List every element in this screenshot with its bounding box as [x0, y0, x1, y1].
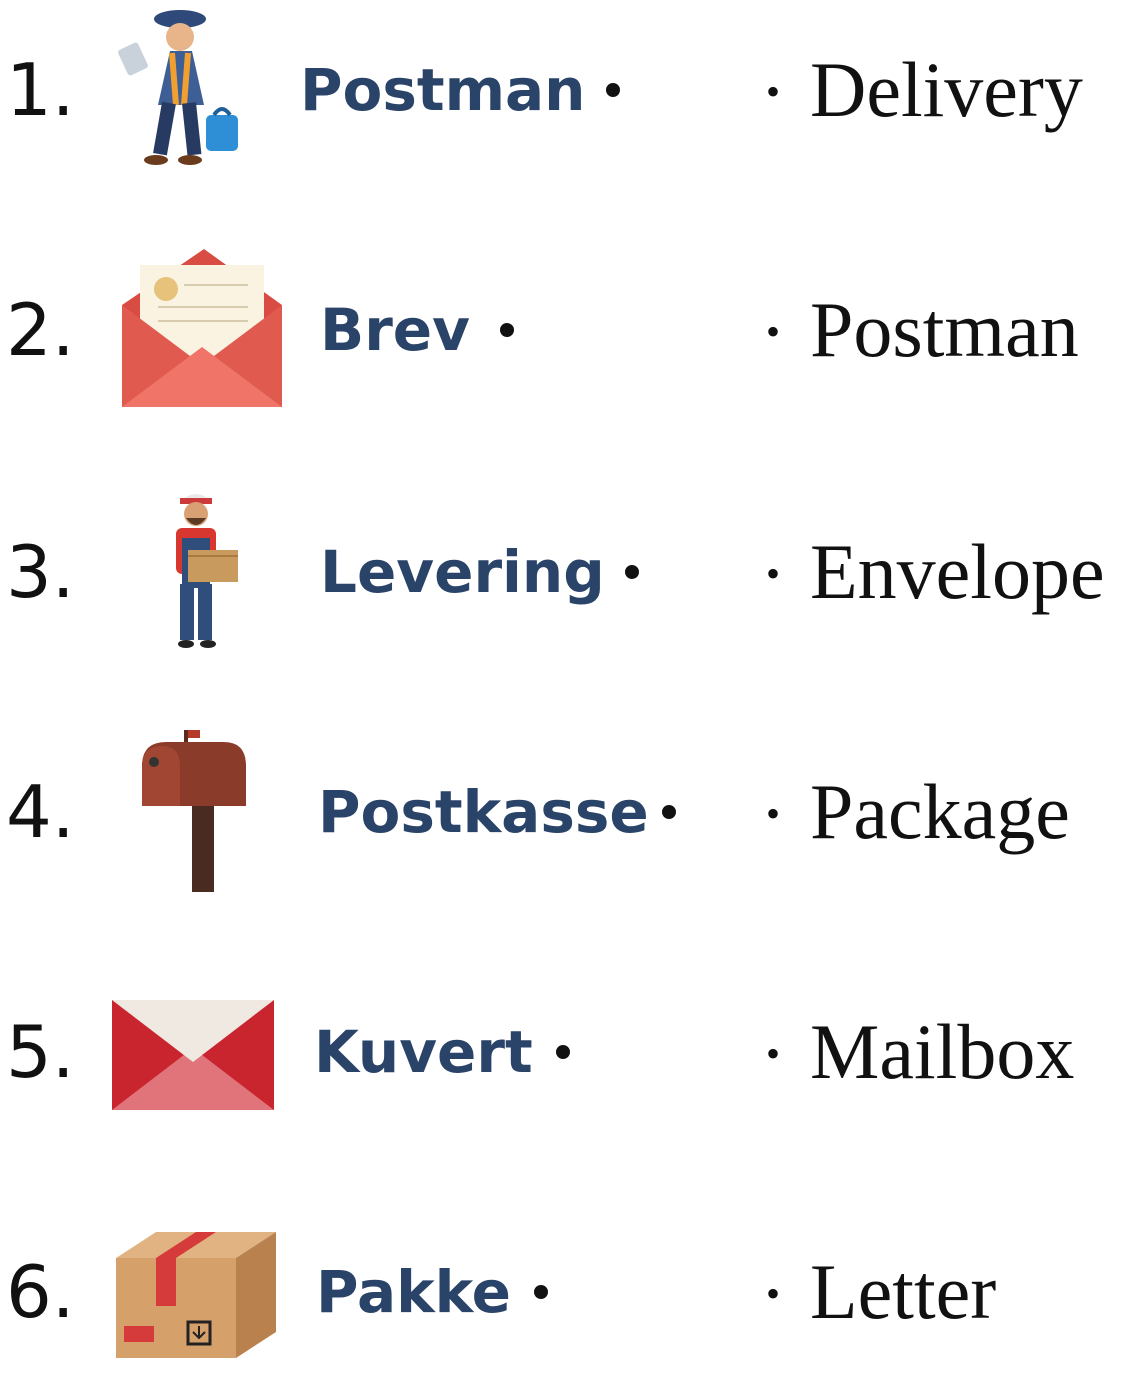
word-dot[interactable]: [662, 805, 676, 819]
match-label: Letter: [766, 1253, 996, 1331]
row-number: 5.: [6, 1010, 75, 1094]
row-1: 1. Postman Delivery: [0, 0, 1141, 190]
match-label: Postman: [766, 291, 1079, 369]
row-4: 4. Postkasse Package: [0, 712, 1141, 912]
word-dot[interactable]: [606, 83, 620, 97]
word-dot[interactable]: [556, 1045, 570, 1059]
word-label: Postkasse: [318, 778, 649, 846]
match-label: Envelope: [766, 533, 1105, 611]
word-label: Brev: [320, 296, 470, 364]
letter-icon: [118, 245, 286, 415]
envelope-icon: [112, 1000, 274, 1115]
word-label: Kuvert: [314, 1018, 533, 1086]
row-number: 4.: [6, 770, 75, 854]
word-dot[interactable]: [500, 323, 514, 337]
mailbox-icon: [136, 726, 256, 901]
package-icon: [116, 1228, 276, 1363]
row-2: 2. Brev Postman: [0, 230, 1141, 430]
row-5: 5. Kuvert Mailbox: [0, 952, 1141, 1152]
row-number: 3.: [6, 530, 75, 614]
worksheet: { "rows": [ { "number": "1.", "word": "P…: [0, 0, 1141, 1359]
match-label: Mailbox: [766, 1013, 1074, 1091]
row-number: 6.: [6, 1250, 75, 1334]
match-label: Package: [766, 773, 1070, 851]
word-label: Postman: [300, 56, 586, 124]
postman-icon: [118, 5, 248, 180]
row-number: 2.: [6, 288, 75, 372]
word-dot[interactable]: [534, 1285, 548, 1299]
delivery-worker-icon: [150, 484, 250, 664]
row-6: 6. Pakke Letter: [0, 1192, 1141, 1392]
row-3: 3. Levering Envelope: [0, 472, 1141, 672]
match-label: Delivery: [766, 51, 1083, 129]
word-dot[interactable]: [625, 565, 639, 579]
word-label: Pakke: [316, 1258, 512, 1326]
row-number: 1.: [6, 48, 75, 132]
word-label: Levering: [320, 538, 605, 606]
